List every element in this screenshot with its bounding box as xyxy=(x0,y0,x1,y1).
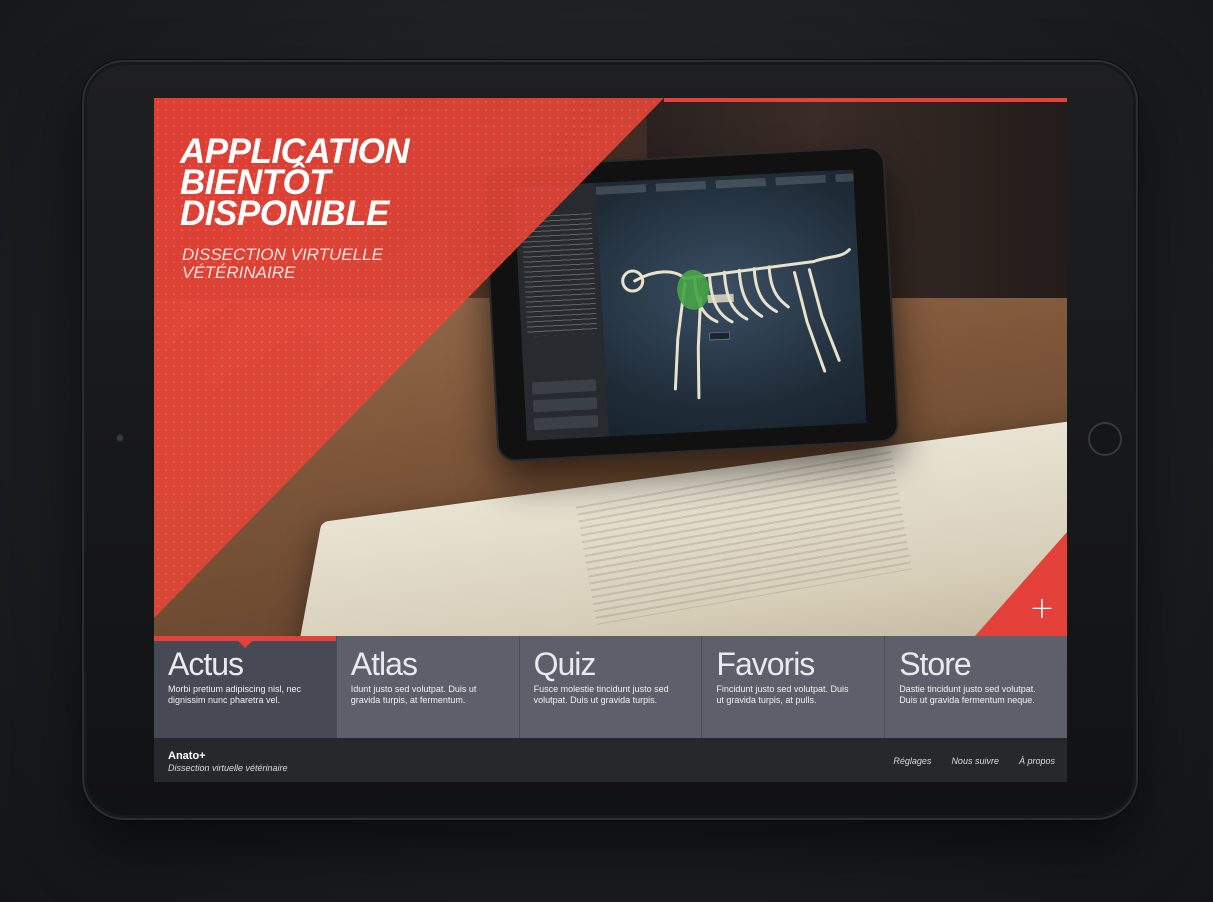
footer-link-reglages[interactable]: Réglages xyxy=(893,756,931,766)
tile-title: Quiz xyxy=(533,646,597,682)
footer-link-a-propos[interactable]: À propos xyxy=(1019,756,1055,766)
camera-dot xyxy=(116,434,124,442)
tile-description: Dastie tincidunt justo sed volutpat. Dui… xyxy=(899,684,1036,705)
hero-tablet-sidebar-button xyxy=(532,397,598,413)
footer-link-nous-suivre[interactable]: Nous suivre xyxy=(951,756,999,766)
tile-title: Actus xyxy=(168,646,244,682)
hero-banner: APPLICATION BIENTÔT DISPONIBLE DISSECTIO… xyxy=(154,98,1067,636)
tile-description: Idunt justo sed volutpat. Duis ut gravid… xyxy=(350,684,477,705)
tile-description: Morbi pretium adipiscing nisl, nec digni… xyxy=(168,684,302,705)
ipad-frame: APPLICATION BIENTÔT DISPONIBLE DISSECTIO… xyxy=(82,60,1138,820)
tile-title: Favoris xyxy=(716,646,815,682)
plus-icon[interactable]: + xyxy=(1027,594,1057,624)
tile-description: Fincidunt justo sed volutpat. Duis ut gr… xyxy=(716,684,849,705)
tile-atlas[interactable]: Atlas Idunt justo sed volutpat. Duis ut … xyxy=(336,636,520,738)
top-accent-line xyxy=(664,98,1067,102)
hero-tablet-topbar xyxy=(595,173,854,195)
dog-skeleton-illustration xyxy=(621,248,851,400)
footer-links: Réglages Nous suivre À propos xyxy=(893,756,1055,766)
tile-actus[interactable]: Actus Morbi pretium adipiscing nisl, nec… xyxy=(154,636,337,738)
tile-quiz[interactable]: Quiz Fusce molestie tincidunt justo sed … xyxy=(519,636,703,738)
hero-subtitle: DISSECTION VIRTUELLE VÉTÉRINAIRE xyxy=(182,245,383,282)
tile-title: Store xyxy=(899,646,971,682)
nav-tiles: Actus Morbi pretium adipiscing nisl, nec… xyxy=(154,636,1067,738)
tile-store[interactable]: Store Dastie tincidunt justo sed volutpa… xyxy=(885,636,1067,738)
tile-description: Fusce molestie tincidunt justo sed volut… xyxy=(533,684,669,705)
brand-name: Anato+ xyxy=(168,750,206,762)
brand-tagline: Dissection virtuelle vétérinaire xyxy=(168,763,288,773)
home-button[interactable] xyxy=(1088,422,1122,456)
app-screen: APPLICATION BIENTÔT DISPONIBLE DISSECTIO… xyxy=(154,98,1067,782)
hero-tablet-sidebar-button xyxy=(533,415,599,431)
hero-tablet-sidebar-button xyxy=(531,379,597,395)
hero-title: APPLICATION BIENTÔT DISPONIBLE xyxy=(180,132,410,233)
tile-favoris[interactable]: Favoris Fincidunt justo sed volutpat. Du… xyxy=(702,636,886,738)
footer-bar: Anato+ Dissection virtuelle vétérinaire … xyxy=(154,738,1067,782)
hero-tablet-screen xyxy=(513,169,867,441)
tile-title: Atlas xyxy=(350,646,418,682)
